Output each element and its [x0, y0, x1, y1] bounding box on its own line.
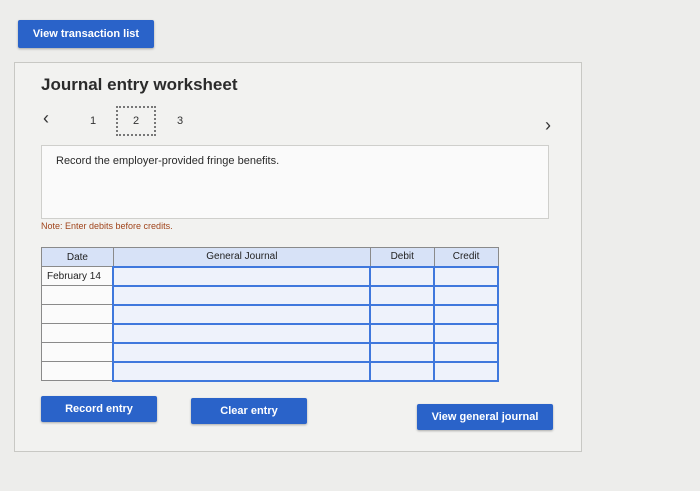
journal-input[interactable] — [112, 341, 372, 363]
debit-input[interactable] — [369, 360, 436, 382]
table-row — [41, 284, 499, 306]
journal-table: Date General Journal Debit Credit Februa… — [41, 247, 499, 382]
step-2-tab[interactable]: 2 — [116, 106, 156, 136]
note-text: Note: Enter debits before credits. — [41, 221, 173, 231]
credit-input[interactable] — [433, 360, 499, 382]
credit-input[interactable] — [433, 322, 499, 344]
credit-input[interactable] — [433, 265, 499, 287]
table-row — [41, 360, 499, 382]
journal-entry-worksheet-panel: Journal entry worksheet ‹ 1 2 3 › Record… — [14, 62, 582, 452]
instruction-text: Record the employer-provided fringe bene… — [56, 155, 280, 167]
header-general-journal: General Journal — [112, 247, 371, 267]
header-credit: Credit — [433, 247, 499, 267]
instruction-box: Record the employer-provided fringe bene… — [41, 145, 549, 219]
table-row — [41, 341, 499, 363]
credit-input[interactable] — [433, 303, 499, 325]
journal-input[interactable] — [112, 360, 372, 382]
date-cell — [41, 323, 114, 343]
journal-input[interactable] — [112, 303, 372, 325]
step-3-tab[interactable]: 3 — [166, 107, 194, 135]
debit-input[interactable] — [369, 322, 436, 344]
header-date: Date — [41, 247, 114, 267]
debit-input[interactable] — [369, 341, 436, 363]
credit-input[interactable] — [433, 341, 499, 363]
table-row: February 14 — [41, 265, 499, 287]
date-cell — [41, 342, 114, 362]
header-debit: Debit — [369, 247, 435, 267]
view-transaction-list-button[interactable]: View transaction list — [18, 20, 154, 48]
date-cell: February 14 — [41, 266, 114, 286]
table-row — [41, 322, 499, 344]
date-cell — [41, 304, 114, 324]
journal-input[interactable] — [112, 322, 372, 344]
worksheet-title: Journal entry worksheet — [41, 75, 238, 94]
debit-input[interactable] — [369, 265, 436, 287]
date-cell — [41, 361, 114, 381]
table-row — [41, 303, 499, 325]
table-header-row: Date General Journal Debit Credit — [41, 247, 499, 267]
date-cell — [41, 285, 114, 305]
credit-input[interactable] — [433, 284, 499, 306]
step-1-tab[interactable]: 1 — [79, 107, 107, 135]
journal-input[interactable] — [112, 284, 372, 306]
record-entry-button[interactable]: Record entry — [41, 396, 157, 422]
debit-input[interactable] — [369, 303, 436, 325]
clear-entry-button[interactable]: Clear entry — [191, 398, 307, 424]
chevron-right-icon[interactable]: › — [545, 116, 551, 134]
debit-input[interactable] — [369, 284, 436, 306]
view-general-journal-button[interactable]: View general journal — [417, 404, 553, 430]
chevron-left-icon[interactable]: ‹ — [43, 109, 49, 127]
journal-input[interactable] — [112, 265, 372, 287]
